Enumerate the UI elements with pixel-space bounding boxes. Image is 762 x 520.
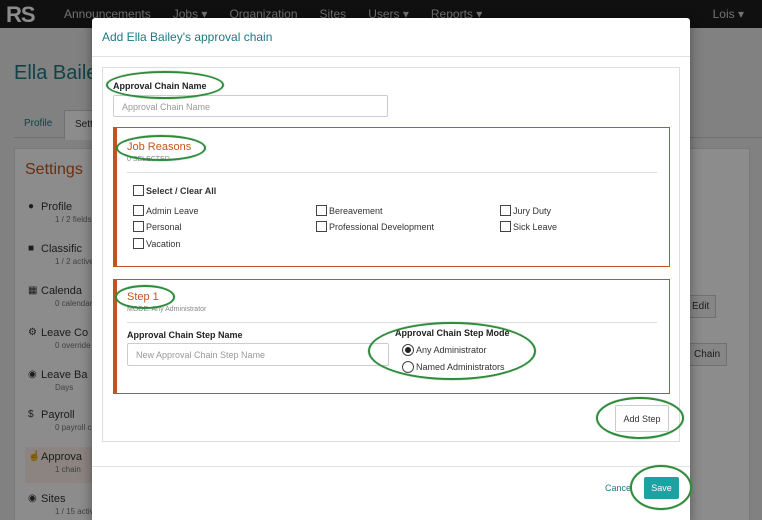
step-name-input[interactable]: New Approval Chain Step Name [127,343,389,366]
step-mode-text: MODE: Any Administrator [127,306,207,313]
checkbox-box [500,221,511,232]
reason-bereavement[interactable]: Bereavement [316,205,383,216]
select-clear-all-checkbox[interactable]: Select / Clear All [133,185,216,196]
checkbox-box [133,221,144,232]
reason-personal[interactable]: Personal [133,221,182,232]
section-divider [127,172,657,173]
step-1-section: Step 1 MODE: Any Administrator Approval … [113,279,670,394]
radio-selected-icon [402,344,414,356]
section-divider [127,322,657,323]
modal-header-divider [92,56,690,57]
reason-jury-duty[interactable]: Jury Duty [500,205,551,216]
step-mode-label: Approval Chain Step Mode [395,328,510,338]
job-reasons-title: Job Reasons [127,141,192,153]
checkbox-box [133,238,144,249]
modal-title: Add Ella Bailey's approval chain [102,30,273,44]
checkbox-box [133,185,144,196]
mode-named-administrators-radio[interactable]: Named Administrators [402,361,505,373]
selected-count: 0 SELECTED [127,156,170,163]
checkbox-box [500,205,511,216]
cancel-button[interactable]: Cance [605,483,631,493]
approval-chain-modal: Add Ella Bailey's approval chain Approva… [92,18,690,520]
step-name-label: Approval Chain Step Name [127,330,243,340]
modal-body: Approval Chain Name Approval Chain Name … [102,67,680,442]
mode-any-administrator-radio[interactable]: Any Administrator [402,344,487,356]
job-reasons-section: Job Reasons 0 SELECTED Select / Clear Al… [113,127,670,267]
reason-sick-leave[interactable]: Sick Leave [500,221,557,232]
reason-vacation[interactable]: Vacation [133,238,180,249]
chain-name-input[interactable]: Approval Chain Name [113,95,388,117]
radio-empty-icon [402,361,414,373]
reason-admin-leave[interactable]: Admin Leave [133,205,199,216]
checkbox-box [133,205,144,216]
reason-professional-development[interactable]: Professional Development [316,221,434,232]
step-title: Step 1 [127,291,159,303]
add-step-button[interactable]: Add Step [615,405,669,432]
save-button[interactable]: Save [644,477,679,499]
chain-name-label: Approval Chain Name [113,81,207,91]
modal-footer-divider [92,466,690,467]
checkbox-box [316,205,327,216]
checkbox-box [316,221,327,232]
